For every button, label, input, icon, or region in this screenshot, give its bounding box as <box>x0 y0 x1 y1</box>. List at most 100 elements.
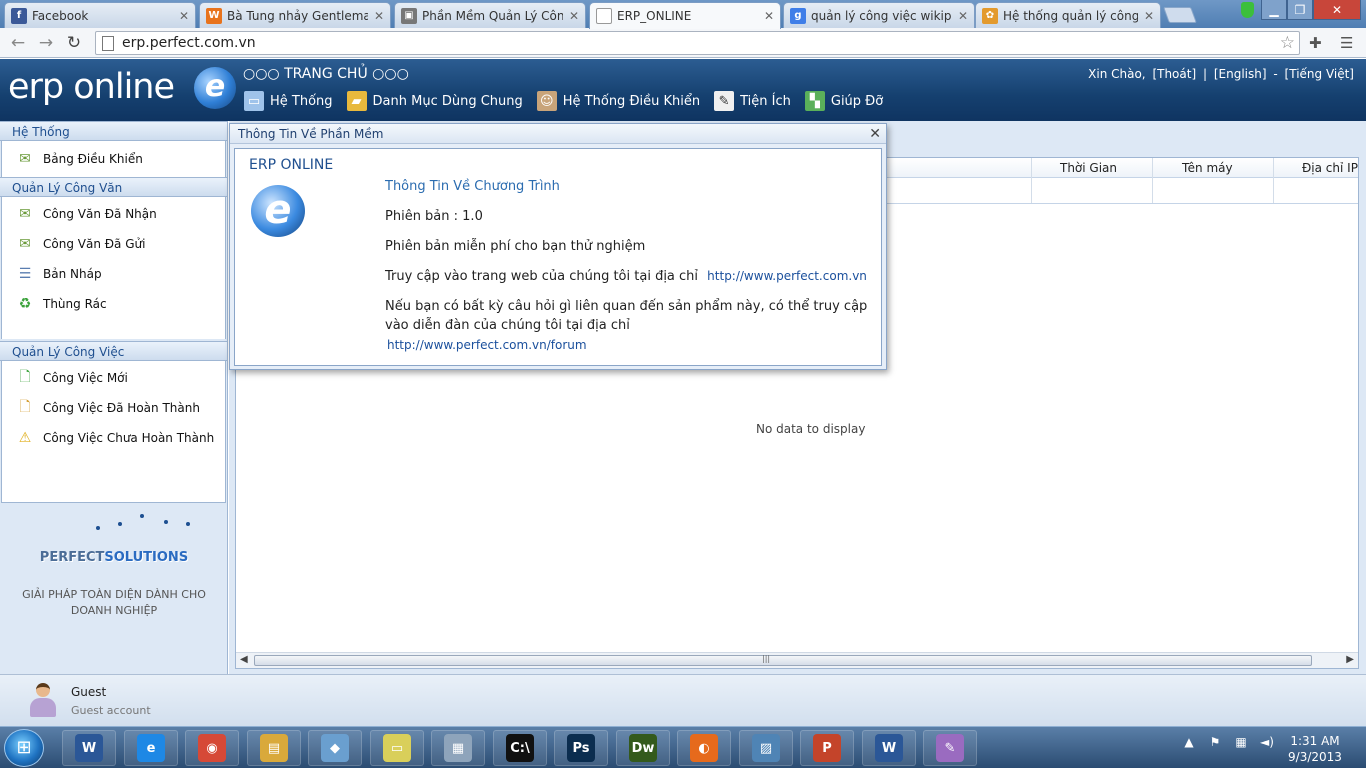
taskbar-app-button[interactable]: e <box>124 730 178 766</box>
volume-icon[interactable]: ◄) <box>1258 735 1276 751</box>
bookmark-star-icon[interactable]: ☆ <box>1280 33 1295 53</box>
word-icon: W <box>75 734 103 762</box>
taskbar-app-button[interactable]: W <box>62 730 116 766</box>
close-window-button[interactable]: ✕ <box>1313 0 1361 20</box>
sidebar-item-cong-viec-chua-hoan-thanh[interactable]: ⚠ Công Việc Chưa Hoàn Thành <box>2 423 225 453</box>
extension-icon[interactable]: ✚ <box>1309 34 1322 52</box>
close-icon[interactable]: ✕ <box>179 9 189 23</box>
taskbar-app-button[interactable]: ▤ <box>247 730 301 766</box>
taskbar-app-button[interactable]: ◐ <box>677 730 731 766</box>
tab-facebook[interactable]: f Facebook ✕ <box>4 2 196 28</box>
taskbar-app-button[interactable]: Ps <box>554 730 608 766</box>
sidebar-item-label: Công Việc Mới <box>43 371 128 385</box>
tab-he-thong[interactable]: ✿ Hệ thống quản lý công vi ✕ <box>975 2 1161 28</box>
browser-tab-strip: f Facebook ✕ W Bà Tung nhảy Gentleman ✕ … <box>0 0 1366 29</box>
menu-danh-muc[interactable]: ▰ Danh Mục Dùng Chung <box>346 91 523 111</box>
user-role: Guest account <box>71 704 151 717</box>
menu-label: Hệ Thống <box>270 93 333 109</box>
home-title[interactable]: ○○○ TRANG CHỦ ○○○ <box>243 66 409 82</box>
section-body: 🗋 Công Việc Mới 🗋 Công Việc Đã Hoàn Thàn… <box>1 361 226 503</box>
brand-slogan: GIẢI PHÁP TOÀN DIỆN DÀNH CHO DOANH NGHIỆ… <box>22 588 206 617</box>
taskbar-app-button[interactable]: P <box>800 730 854 766</box>
user-status-bar: Guest Guest account <box>0 674 1366 726</box>
sidebar-item-label: Công Văn Đã Gửi <box>43 237 146 251</box>
reload-button[interactable]: ↻ <box>64 33 84 53</box>
sidebar-item-bang-dieu-khien[interactable]: ✉ Bảng Điều Khiển <box>2 144 225 174</box>
start-button[interactable]: ⊞ <box>4 729 44 767</box>
tab-ba-tung[interactable]: W Bà Tung nhảy Gentleman ✕ <box>199 2 391 28</box>
back-button[interactable]: ← <box>8 33 28 53</box>
menu-dieu-khien[interactable]: ☺ Hệ Thống Điều Khiển <box>536 91 700 111</box>
mail-icon: ✉ <box>19 151 31 167</box>
scrollbar-thumb[interactable] <box>254 655 1312 666</box>
menu-giup-do[interactable]: ▚ Giúp Đỡ <box>804 91 883 111</box>
close-icon[interactable]: ✕ <box>374 9 384 23</box>
close-icon[interactable]: ✕ <box>1144 9 1154 23</box>
column-thoi-gian[interactable]: Thời Gian <box>1060 161 1117 175</box>
column-ten-may[interactable]: Tên máy <box>1182 161 1233 175</box>
english-link[interactable]: [English] <box>1214 67 1267 81</box>
taskbar-app-button[interactable]: ▦ <box>431 730 485 766</box>
taskbar-app-button[interactable]: ✎ <box>923 730 977 766</box>
tab-title: ERP_ONLINE <box>617 9 692 23</box>
menu-icon[interactable]: ☰ <box>1340 34 1353 52</box>
notepad-icon: ✎ <box>714 91 735 111</box>
sidebar-item-thung-rac[interactable]: ♻ Thùng Rác <box>2 289 225 319</box>
taskbar-app-button[interactable]: ◉ <box>185 730 239 766</box>
taskbar-app-button[interactable]: ◆ <box>308 730 362 766</box>
tab-title: Phần Mềm Quản Lý Công <box>422 8 563 23</box>
tab-erp-online[interactable]: ERP_ONLINE ✕ <box>589 2 781 29</box>
horizontal-scrollbar[interactable]: ◀ ||| ▶ <box>236 652 1358 668</box>
tab-phan-mem[interactable]: ▣ Phần Mềm Quản Lý Công ✕ <box>394 2 586 28</box>
column-dia-chi-ip[interactable]: Địa chỉ IP <box>1302 161 1358 175</box>
paint-icon: ✎ <box>936 734 964 762</box>
network-icon[interactable]: ▦ <box>1232 735 1250 751</box>
sidebar-item-cong-van-da-gui[interactable]: ✉ Công Văn Đã Gửi <box>2 229 225 259</box>
dialog-app-name: ERP ONLINE <box>249 157 334 173</box>
version-text: Phiên bản : 1.0 <box>385 209 483 224</box>
dialog-body: ERP ONLINE e Thông Tin Về Chương Trình P… <box>234 148 882 366</box>
sidebar-item-cong-viec-hoan-thanh[interactable]: 🗋 Công Việc Đã Hoàn Thành <box>2 393 225 423</box>
sidebar-item-cong-viec-moi[interactable]: 🗋 Công Việc Mới <box>2 363 225 393</box>
taskbar-app-button[interactable]: C:\ <box>493 730 547 766</box>
section-cong-viec[interactable]: Quản Lý Công Việc <box>0 341 227 361</box>
section-cong-van[interactable]: Quản Lý Công Văn <box>0 177 227 197</box>
site-icon: ✿ <box>982 7 998 24</box>
minimize-button[interactable]: ▁ <box>1261 0 1287 20</box>
new-tab-button[interactable] <box>1163 7 1197 23</box>
taskbar-app-button[interactable]: W <box>862 730 916 766</box>
section-he-thong[interactable]: Hệ Thống <box>0 121 227 141</box>
windows-taskbar: ⊞ We ◉ ▤ ◆ ▭ ▦ C:\ Ps Dw ◐ ▨ P W ✎ ▲ ⚑ ▦ ◄) 1:31 AM 9… <box>0 726 1366 768</box>
system-clock[interactable]: 1:31 AM 9/3/2013 <box>1280 733 1350 765</box>
sidebar-item-cong-van-da-nhan[interactable]: ✉ Công Văn Đã Nhận <box>2 199 225 229</box>
menu-he-thong[interactable]: ▭ Hệ Thống <box>244 91 333 111</box>
taskbar-app-button[interactable]: ▨ <box>739 730 793 766</box>
maximize-button[interactable]: ❐ <box>1287 0 1313 20</box>
vietnamese-link[interactable]: [Tiếng Việt] <box>1285 67 1354 81</box>
done-task-icon: 🗋 <box>19 399 31 415</box>
visit-text: Truy cập vào trang web của chúng tôi tại… <box>385 269 699 284</box>
close-icon[interactable]: ✕ <box>569 9 579 23</box>
dialog-title[interactable]: Thông Tin Về Phần Mềm <box>230 124 886 144</box>
scroll-right-icon[interactable]: ▶ <box>1346 654 1354 665</box>
section-body: ✉ Công Văn Đã Nhận ✉ Công Văn Đã Gửi ☰ B… <box>1 197 226 339</box>
forward-button[interactable]: → <box>36 33 56 53</box>
logout-link[interactable]: [Thoát] <box>1152 67 1196 81</box>
tab-google[interactable]: g quản lý công việc wikiped ✕ <box>783 2 975 28</box>
empty-message: No data to display <box>756 422 866 436</box>
show-hidden-icons-icon[interactable]: ▲ <box>1180 735 1198 751</box>
close-icon[interactable]: ✕ <box>869 126 881 142</box>
close-icon[interactable]: ✕ <box>764 9 774 23</box>
site-link[interactable]: http://www.perfect.com.vn <box>707 269 867 283</box>
close-icon[interactable]: ✕ <box>958 9 968 23</box>
taskbar-app-button[interactable]: Dw <box>616 730 670 766</box>
address-bar[interactable]: erp.perfect.com.vn ☆ <box>95 31 1300 55</box>
app-logo[interactable]: erp online <box>8 67 175 107</box>
scroll-left-icon[interactable]: ◀ <box>240 654 248 665</box>
sidebar-item-ban-nhap[interactable]: ☰ Bản Nháp <box>2 259 225 289</box>
forum-link[interactable]: http://www.perfect.com.vn/forum <box>387 338 587 352</box>
action-center-flag-icon[interactable]: ⚑ <box>1206 735 1224 751</box>
menu-tien-ich[interactable]: ✎ Tiện Ích <box>714 91 791 111</box>
taskbar-app-button[interactable]: ▭ <box>370 730 424 766</box>
powerpoint-icon: P <box>813 734 841 762</box>
